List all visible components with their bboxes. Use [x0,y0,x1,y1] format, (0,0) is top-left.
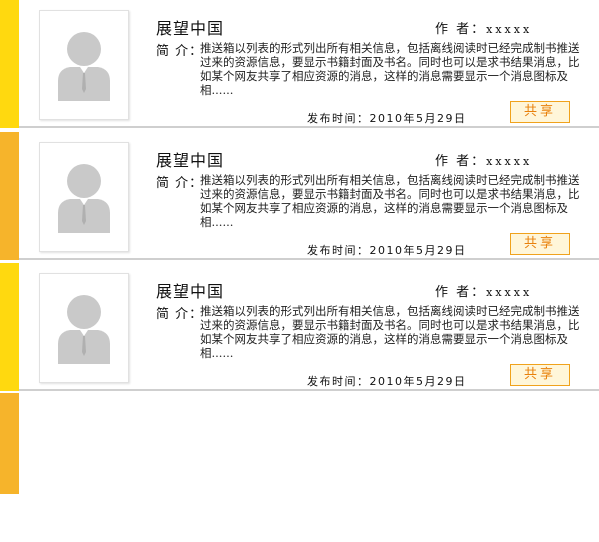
intro-text: 推送箱以列表的形式列出所有相关信息，包括离线阅读时已经完成制书推送过来的资源信息… [200,304,580,360]
item-accent-bar [0,132,19,260]
author-field: 作 者：xxxxx [435,150,532,169]
item-accent-bar [0,0,19,128]
intro-label: 简 介： [156,176,204,191]
item-accent-bar [0,393,19,494]
author-field: 作 者：xxxxx [435,18,532,37]
user-silhouette-icon [58,32,110,101]
author-value: xxxxx [486,155,533,168]
intro-label: 简 介： [156,307,204,322]
author-value: xxxxx [486,286,533,299]
author-label: 作 者： [435,154,487,169]
share-button[interactable]: 共享 [510,364,570,386]
user-silhouette-icon [58,164,110,233]
book-cover-placeholder[interactable] [39,10,129,120]
item-title[interactable]: 展望中国 [156,147,224,171]
item-accent-bar [0,263,19,391]
book-cover-placeholder[interactable] [39,273,129,383]
item-divider [19,389,599,391]
author-label: 作 者： [435,285,487,300]
intro-text: 推送箱以列表的形式列出所有相关信息，包括离线阅读时已经完成制书推送过来的资源信息… [200,173,580,229]
item-divider [19,126,599,128]
share-button[interactable]: 共享 [510,233,570,255]
item-divider [19,258,599,260]
author-field: 作 者：xxxxx [435,281,532,300]
author-value: xxxxx [486,23,533,36]
intro-text: 推送箱以列表的形式列出所有相关信息，包括离线阅读时已经完成制书推送过来的资源信息… [200,41,580,97]
push-box-list: 展望中国 作 者：xxxxx 简 介： 推送箱以列表的形式列出所有相关信息，包括… [0,0,599,542]
publish-date: 发布时间：2010年5月29日 [307,375,467,388]
book-cover-placeholder[interactable] [39,142,129,252]
item-title[interactable]: 展望中国 [156,15,224,39]
share-button[interactable]: 共享 [510,101,570,123]
list-item[interactable]: 展望中国 作 者：xxxxx 简 介： 推送箱以列表的形式列出所有相关信息，包括… [0,263,599,391]
list-item[interactable]: 展望中国 作 者：xxxxx 简 介： 推送箱以列表的形式列出所有相关信息，包括… [0,132,599,260]
publish-date: 发布时间：2010年5月29日 [307,112,467,125]
publish-date: 发布时间：2010年5月29日 [307,244,467,257]
author-label: 作 者： [435,22,487,37]
user-silhouette-icon [58,295,110,364]
list-item[interactable]: 展望中国 作 者：xxxxx 简 介： 推送箱以列表的形式列出所有相关信息，包括… [0,0,599,128]
item-title[interactable]: 展望中国 [156,278,224,302]
intro-label: 简 介： [156,44,204,59]
